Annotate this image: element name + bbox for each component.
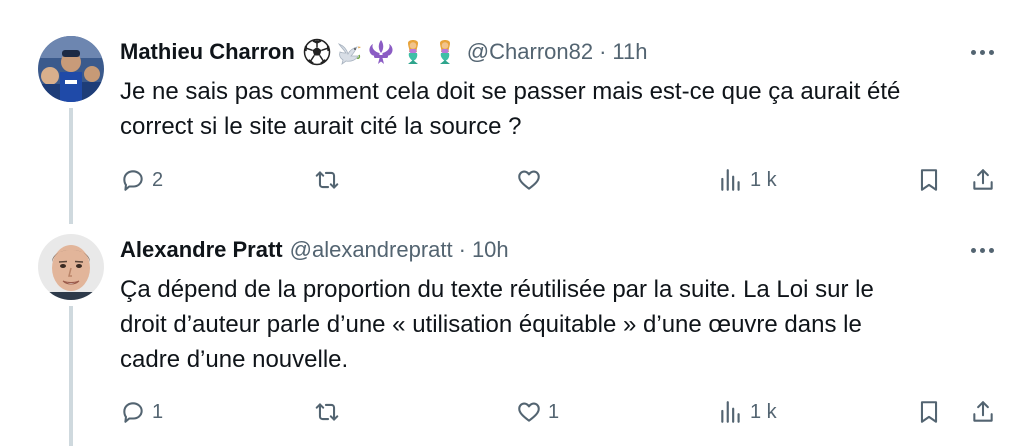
views-icon: [721, 169, 740, 191]
repost-button[interactable]: [314, 394, 346, 430]
tweet-alexandre-pratt[interactable]: Alexandre Pratt @alexandrepratt · 10h Ça…: [0, 218, 1026, 446]
views-icon: [721, 401, 740, 423]
tweet-text: Ça dépend de la proportion du texte réut…: [120, 272, 1000, 377]
author-name[interactable]: Mathieu Charron: [120, 39, 295, 65]
share-icon: [973, 401, 993, 422]
bookmark-icon: [920, 169, 938, 191]
reply-count: 1: [152, 400, 164, 423]
dot-icon: [988, 49, 994, 55]
name-emojis: [303, 38, 459, 66]
timestamp[interactable]: 10h: [472, 237, 509, 263]
author-handle[interactable]: @alexandrepratt: [290, 237, 453, 263]
like-count: 1: [548, 400, 560, 423]
bookmark-icon: [920, 401, 938, 423]
reply-icon: [123, 170, 143, 191]
dot-icon: [979, 247, 985, 253]
heart-icon: [518, 402, 540, 422]
share-button[interactable]: [970, 162, 996, 198]
share-button[interactable]: [970, 394, 996, 430]
separator-dot: ·: [458, 237, 466, 262]
separator-dot: ·: [599, 39, 607, 64]
like-button[interactable]: 1: [516, 394, 559, 430]
tweet-header: Alexandre Pratt @alexandrepratt · 10h: [120, 234, 509, 266]
thread-line: [69, 108, 73, 224]
repost-icon: [315, 171, 339, 189]
more-options-button[interactable]: [966, 40, 998, 64]
bookmark-button[interactable]: [916, 162, 942, 198]
views-count: 1 k: [750, 400, 777, 423]
more-options-button[interactable]: [966, 238, 998, 262]
action-bar: 1 1 1 k: [120, 394, 993, 430]
author-handle[interactable]: @Charron82: [467, 39, 593, 65]
heart-icon: [518, 170, 540, 190]
views-count: 1 k: [750, 168, 777, 191]
reply-count: 2: [152, 168, 164, 191]
mermaid-emoji: [407, 40, 418, 64]
tweet-text-line: correct si le site aurait cité la source…: [120, 113, 522, 140]
action-bar: 2 1 k: [120, 162, 993, 198]
mermaid-emoji: [439, 40, 450, 64]
dove-emoji: [337, 43, 361, 65]
repost-button[interactable]: [314, 162, 346, 198]
dot-icon: [970, 247, 976, 253]
tweet-header: Mathieu Charron @Charron82 · 11h: [120, 36, 648, 68]
tweet-text-line: droit d’auteur parle d’une « utilisation…: [120, 311, 862, 338]
views-button[interactable]: 1 k: [718, 394, 777, 430]
bookmark-button[interactable]: [916, 394, 942, 430]
dot-icon: [979, 49, 985, 55]
views-button[interactable]: 1 k: [718, 162, 777, 198]
tweet-text-line: cadre d’une nouvelle.: [120, 346, 349, 373]
dot-icon: [988, 247, 994, 253]
dot-icon: [970, 49, 976, 55]
tweet-text: Je ne sais pas comment cela doit se pass…: [120, 74, 1000, 144]
fleur-de-lis-emoji: [369, 40, 393, 64]
avatar-alexandre-pratt[interactable]: [38, 234, 104, 300]
reply-button[interactable]: 2: [120, 162, 163, 198]
timestamp[interactable]: 11h: [612, 39, 647, 65]
reply-button[interactable]: 1: [120, 394, 163, 430]
repost-icon: [315, 403, 339, 421]
like-button[interactable]: [516, 162, 548, 198]
reply-icon: [123, 402, 143, 423]
share-icon: [973, 169, 993, 190]
tweet-text-line: Ça dépend de la proportion du texte réut…: [120, 276, 874, 303]
soccer-ball-emoji: [303, 38, 331, 66]
avatar-mathieu-charron[interactable]: [38, 36, 104, 102]
tweet-mathieu-charron[interactable]: Mathieu Charron @Charron82 · 11h Je ne s…: [0, 0, 1026, 224]
thread-line: [69, 306, 73, 446]
author-name[interactable]: Alexandre Pratt: [120, 237, 283, 263]
tweet-text-line: Je ne sais pas comment cela doit se pass…: [120, 78, 901, 105]
